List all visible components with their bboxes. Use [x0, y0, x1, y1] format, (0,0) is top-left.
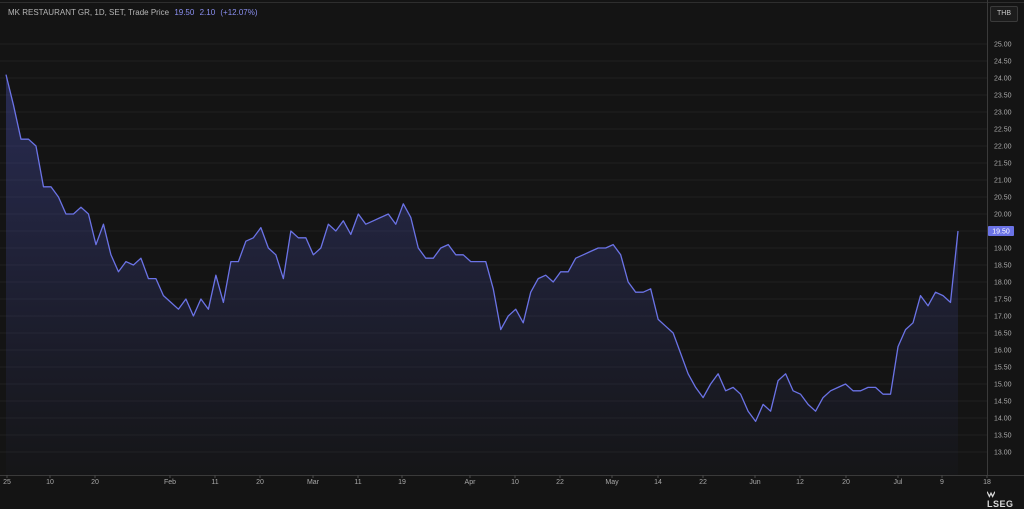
x-tick-label: 20 [842, 479, 850, 486]
y-tick-label: 20.00 [994, 212, 1012, 219]
y-tick-label: 25.00 [994, 42, 1012, 49]
price-area-fill [6, 74, 958, 475]
x-tick-label: Apr [465, 479, 477, 486]
y-tick-label: 17.50 [994, 297, 1012, 304]
x-tick-label: 11 [354, 479, 361, 486]
y-tick-label: 16.00 [994, 348, 1012, 355]
chart-container: 13.00 13.50 14.00 14.50 15.00 15.50 16.00 16.50… [0, 0, 1024, 509]
currency-button[interactable]: THB [990, 6, 1018, 22]
y-tick-label: 13.00 [994, 450, 1012, 457]
y-tick-label: 16.50 [994, 331, 1012, 338]
last-price-marker: 19.50 [988, 226, 1014, 236]
y-tick-label: 24.00 [994, 76, 1012, 83]
x-tick-label: Mar [307, 479, 320, 486]
price-chart[interactable]: 13.00 13.50 14.00 14.50 15.00 15.50 16.00 16.50… [0, 0, 1024, 505]
y-tick-label: 22.00 [994, 144, 1012, 151]
y-tick-label: 18.50 [994, 263, 1012, 270]
y-tick-label: 14.00 [994, 416, 1012, 423]
x-tick-label: 14 [654, 479, 662, 486]
y-tick-label: 14.50 [994, 399, 1012, 406]
x-tick-label: 22 [556, 479, 564, 486]
x-tick-label: 10 [511, 479, 519, 486]
last-price: 19.50 [174, 8, 195, 17]
price-change: 2.10 [199, 8, 216, 17]
x-tick-label: 11 [211, 479, 218, 486]
x-axis-ticks: 25 10 20 Feb 11 20 Mar 11 19 Apr 10 22 May 14 22 Jun 12 2… [3, 475, 991, 486]
x-tick-label: 20 [91, 479, 99, 486]
brand-name: LSEG [987, 499, 1014, 509]
instrument-name: MK RESTAURANT GR, 1D, SET, Trade Price [8, 8, 170, 17]
x-tick-label: 12 [796, 479, 804, 486]
y-tick-label: 24.50 [994, 59, 1012, 66]
y-tick-label: 19.00 [994, 246, 1012, 253]
x-tick-label: Feb [164, 479, 176, 486]
x-tick-label: 22 [699, 479, 707, 486]
chart-legend: MK RESTAURANT GR, 1D, SET, Trade Price 1… [8, 8, 258, 17]
y-tick-label: 21.00 [994, 178, 1012, 185]
y-tick-label: 18.00 [994, 280, 1012, 287]
y-tick-label: 21.50 [994, 161, 1012, 168]
x-tick-label: 19 [398, 479, 406, 486]
x-tick-label: May [605, 479, 619, 486]
y-tick-label: 17.00 [994, 314, 1012, 321]
price-change-percent: (+12.07%) [220, 8, 258, 17]
x-tick-label: Jun [749, 479, 760, 486]
y-axis-ticks: 13.00 13.50 14.00 14.50 15.00 15.50 16.00 16.50… [994, 42, 1012, 457]
x-tick-label: Jul [894, 479, 903, 486]
x-tick-label: 18 [983, 479, 991, 486]
x-tick-label: 9 [940, 479, 944, 486]
y-tick-label: 15.50 [994, 365, 1012, 372]
x-tick-label: 20 [256, 479, 264, 486]
x-tick-label: 25 [3, 479, 11, 486]
y-tick-label: 15.00 [994, 382, 1012, 389]
x-tick-label: 10 [46, 479, 54, 486]
y-tick-label: 23.00 [994, 110, 1012, 117]
y-tick-label: 13.50 [994, 433, 1012, 440]
y-tick-label: 22.50 [994, 127, 1012, 134]
y-tick-label: 20.50 [994, 195, 1012, 202]
y-tick-label: 23.50 [994, 93, 1012, 100]
lseg-logo-icon [987, 491, 995, 498]
last-price-label: 19.50 [992, 229, 1010, 236]
brand-logo: LSEG [987, 489, 1024, 509]
